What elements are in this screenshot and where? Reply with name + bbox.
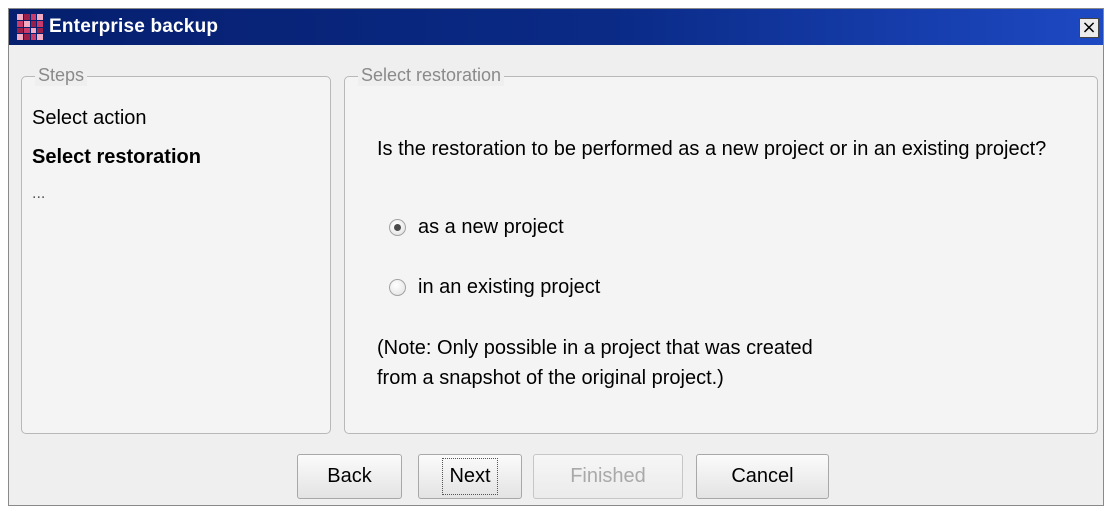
restoration-question: Is the restoration to be performed as a … bbox=[377, 138, 1047, 160]
enterprise-backup-dialog: Enterprise backup × Steps Select action … bbox=[8, 8, 1104, 506]
steps-panel: Steps Select action Select restoration .… bbox=[21, 65, 331, 434]
steps-legend: Steps bbox=[35, 65, 88, 86]
window-title: Enterprise backup bbox=[49, 16, 219, 37]
step-more: ... bbox=[32, 185, 46, 202]
step-select-action: Select action bbox=[32, 107, 147, 129]
option-new-project[interactable]: as a new project bbox=[389, 216, 564, 239]
select-restoration-legend: Select restoration bbox=[358, 65, 505, 86]
app-icon bbox=[17, 14, 43, 40]
select-restoration-panel: Select restoration Is the restoration to… bbox=[344, 65, 1098, 434]
next-button[interactable]: Next bbox=[418, 454, 522, 499]
option-existing-project-label[interactable]: in an existing project bbox=[418, 276, 600, 299]
radio-existing-project[interactable] bbox=[389, 279, 406, 296]
next-button-label: Next bbox=[442, 458, 498, 495]
title-bar[interactable]: Enterprise backup × bbox=[9, 9, 1103, 45]
back-button[interactable]: Back bbox=[297, 454, 402, 499]
restoration-note: (Note: Only possible in a project that w… bbox=[377, 333, 1077, 393]
finished-button[interactable]: Finished bbox=[533, 454, 683, 499]
option-existing-project[interactable]: in an existing project bbox=[389, 276, 600, 299]
note-line-1: (Note: Only possible in a project that w… bbox=[377, 337, 813, 359]
close-icon[interactable]: × bbox=[1079, 18, 1099, 38]
option-new-project-label[interactable]: as a new project bbox=[418, 216, 564, 239]
finished-button-label: Finished bbox=[570, 465, 646, 487]
back-button-label: Back bbox=[327, 465, 372, 487]
cancel-button[interactable]: Cancel bbox=[696, 454, 829, 499]
cancel-button-label: Cancel bbox=[731, 465, 794, 487]
step-select-restoration: Select restoration bbox=[32, 146, 201, 168]
note-line-2: from a snapshot of the original project.… bbox=[377, 367, 724, 389]
radio-new-project[interactable] bbox=[389, 219, 406, 236]
